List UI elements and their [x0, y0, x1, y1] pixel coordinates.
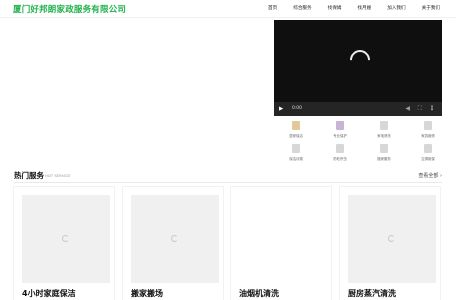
loading-icon: [279, 235, 286, 242]
quick-link-label: 家电清洗: [377, 134, 391, 138]
quick-link-label: 家具维修: [421, 134, 435, 138]
more-options-icon[interactable]: ⋮: [429, 104, 435, 114]
volume-icon[interactable]: ◀: [405, 104, 410, 114]
top-navigation-bar: 厦门好邦朗家政服务有限公司 首页 综合服务 找保姆 找月嫂 加入我们 关于我们: [0, 0, 456, 18]
loading-icon: [388, 235, 395, 242]
service-card-title: 4小时家庭保洁: [22, 289, 76, 298]
nav-about-us[interactable]: 关于我们: [414, 0, 448, 18]
service-card-title: 油烟机清洗: [239, 289, 279, 298]
service-cards: 4小时家庭保洁 搬家搬场 油烟机清洗 厨房蒸汽清洗: [13, 186, 443, 300]
service-card[interactable]: 油烟机清洗: [230, 186, 332, 300]
service-card-title: 搬家搬场: [131, 289, 163, 298]
service-image: [348, 195, 436, 283]
section-divider: [14, 182, 442, 183]
video-time: 0:00: [292, 106, 302, 111]
fullscreen-icon[interactable]: ⛶: [418, 104, 422, 114]
aircon-icon: [424, 144, 432, 153]
quick-service-links: 居家保洁 专业保护 家电清洗 家具维修 保洁月嫂 防蛀杀虫 搬家服务 空调维保: [278, 119, 440, 163]
quick-link-nanny[interactable]: 保洁月嫂: [278, 142, 314, 163]
quick-link-pest[interactable]: 防蛀杀虫: [322, 142, 358, 163]
nav-find-nanny[interactable]: 找保姆: [320, 0, 350, 18]
nanny-icon: [292, 144, 300, 153]
quick-link-repair[interactable]: 家具维修: [410, 119, 446, 140]
cleaning-icon: [292, 121, 300, 130]
nav-home[interactable]: 首页: [260, 0, 285, 18]
video-controls: ▶ 0:00 ◀ ⛶ ⋮: [274, 102, 442, 116]
repair-icon: [424, 121, 432, 130]
quick-link-protection[interactable]: 专业保护: [322, 119, 358, 140]
quick-link-aircon[interactable]: 空调维保: [410, 142, 446, 163]
protection-icon: [336, 121, 344, 130]
section-subtitle: HOT SERVICE: [45, 173, 71, 178]
nav-join-us[interactable]: 加入我们: [379, 0, 413, 18]
quick-link-moving[interactable]: 搬家服务: [366, 142, 402, 163]
video-player[interactable]: ▶ 0:00 ◀ ⛶ ⋮: [274, 20, 442, 116]
service-card-title: 厨房蒸汽清洗: [348, 289, 396, 298]
quick-link-label: 搬家服务: [377, 157, 391, 161]
quick-link-label: 空调维保: [421, 157, 435, 161]
loading-spinner-icon: [345, 45, 375, 75]
main-nav: 首页 综合服务 找保姆 找月嫂 加入我们 关于我们: [260, 0, 448, 18]
view-all-link[interactable]: 查看全部 ›: [418, 172, 442, 179]
service-card[interactable]: 4小时家庭保洁: [13, 186, 115, 300]
loading-icon: [171, 235, 178, 242]
service-card[interactable]: 搬家搬场: [122, 186, 224, 300]
section-title: 热门服务: [14, 171, 44, 180]
nav-services[interactable]: 综合服务: [285, 0, 319, 18]
quick-link-label: 居家保洁: [289, 134, 303, 138]
quick-link-label: 防蛀杀虫: [333, 157, 347, 161]
service-image: [131, 195, 219, 283]
pest-icon: [336, 144, 344, 153]
service-image: [239, 195, 327, 283]
quick-link-appliance[interactable]: 家电清洗: [366, 119, 402, 140]
loading-icon: [62, 235, 69, 242]
quick-link-label: 保洁月嫂: [289, 157, 303, 161]
company-logo-text[interactable]: 厦门好邦朗家政服务有限公司: [13, 3, 126, 15]
moving-icon: [380, 144, 388, 153]
nav-find-maternity-nurse[interactable]: 找月嫂: [349, 0, 379, 18]
service-card[interactable]: 厨房蒸汽清洗: [339, 186, 441, 300]
quick-link-cleaning[interactable]: 居家保洁: [278, 119, 314, 140]
play-icon[interactable]: ▶: [279, 104, 283, 114]
service-image: [22, 195, 110, 283]
appliance-icon: [380, 121, 388, 130]
quick-link-label: 专业保护: [333, 134, 347, 138]
